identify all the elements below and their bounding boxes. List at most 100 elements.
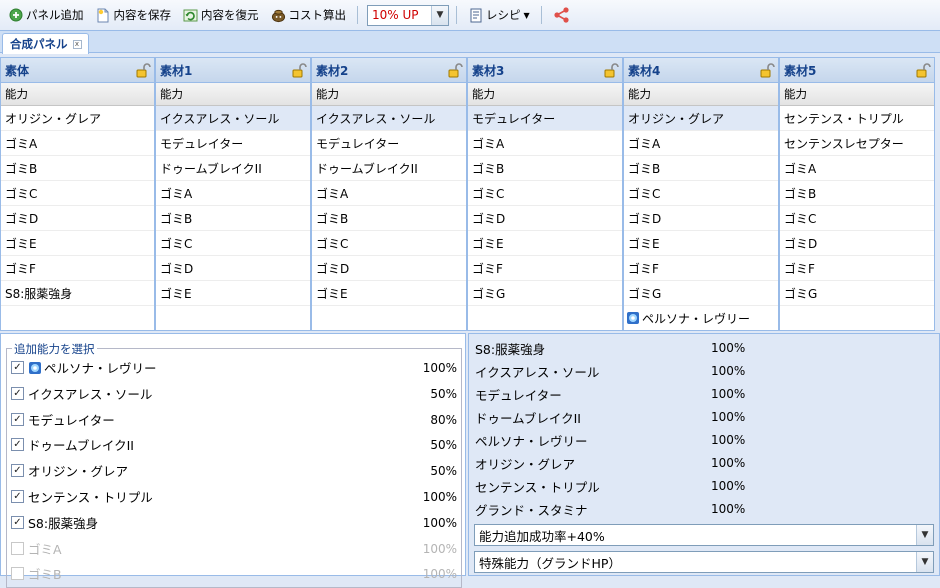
grid-row[interactable]: ゴミF	[780, 256, 934, 281]
special-ability-select[interactable]: 特殊能力（グランドHP） ▼	[474, 551, 934, 573]
share-button[interactable]	[549, 4, 575, 26]
grid-row[interactable]: ゴミA	[468, 131, 622, 156]
ability-checkbox-row[interactable]: ✓ ペルソナ・レヴリー 100%	[11, 355, 459, 380]
cost-button[interactable]: コスト算出	[267, 5, 351, 25]
checkbox[interactable]: ✓	[11, 413, 24, 426]
grid-row[interactable]: ゴミB	[780, 181, 934, 206]
grid-row[interactable]: ゴミG	[780, 281, 934, 306]
unlock-icon[interactable]	[915, 62, 931, 78]
grid-row[interactable]: ゴミG	[468, 281, 622, 306]
grid-row[interactable]: ゴミB	[468, 156, 622, 181]
chevron-down-icon[interactable]: ▼	[916, 525, 933, 545]
unlock-icon[interactable]	[291, 62, 307, 78]
checkbox[interactable]: ✓	[11, 361, 24, 374]
grid-row[interactable]: ゴミB	[624, 156, 778, 181]
grid-row[interactable]: ドゥームブレイクII	[156, 156, 310, 181]
recipe-menu-button[interactable]: レシピ ▼	[464, 5, 534, 25]
grid-row[interactable]: イクスアレス・ソール	[312, 106, 466, 131]
tab-synthesis-panel[interactable]: 合成パネル x	[2, 33, 89, 54]
grid-row[interactable]: ゴミE	[624, 231, 778, 256]
grid-row[interactable]: ゴミD	[468, 206, 622, 231]
grid-row[interactable]: ゴミA	[624, 131, 778, 156]
grid-row[interactable]	[156, 306, 310, 330]
ability-rate: 100%	[422, 566, 457, 581]
grid-row[interactable]: ゴミA	[1, 131, 154, 156]
ability-checkbox-row[interactable]: ✓ S8:服薬強身 100%	[11, 510, 459, 535]
grid-row[interactable]: ゴミD	[780, 231, 934, 256]
grid-row[interactable]: ゴミA	[780, 156, 934, 181]
checkbox[interactable]: ✓	[11, 387, 24, 400]
grid-row[interactable]: ペルソナ・レヴリー	[624, 306, 778, 330]
column-title: 素体	[5, 63, 30, 78]
grid-row[interactable]: ゴミC	[780, 206, 934, 231]
chevron-down-icon[interactable]: ▼	[431, 5, 448, 25]
restore-button[interactable]: 内容を復元	[179, 5, 263, 25]
ability-checkbox-row[interactable]: ✓ イクスアレス・ソール 50%	[11, 381, 459, 406]
grid-row[interactable]: ゴミE	[1, 231, 154, 256]
grid-row[interactable]	[468, 306, 622, 330]
chevron-down-icon[interactable]: ▼	[916, 552, 933, 572]
grid-row[interactable]: ゴミF	[468, 256, 622, 281]
close-icon[interactable]: x	[72, 39, 82, 49]
ability-checkbox-row[interactable]: ✓ ドゥームブレイクII 50%	[11, 432, 459, 457]
grid-row[interactable]: ゴミG	[624, 281, 778, 306]
column-header[interactable]: 素材1	[156, 58, 310, 83]
grid-row[interactable]	[312, 306, 466, 330]
grid-row[interactable]: ゴミD	[312, 256, 466, 281]
ability-checkbox-row[interactable]: ✓ モデュレイター 80%	[11, 407, 459, 432]
unlock-icon[interactable]	[603, 62, 619, 78]
grid-row[interactable]: ゴミE	[156, 281, 310, 306]
grid-row[interactable]: ドゥームブレイクII	[312, 156, 466, 181]
grid-row[interactable]: モデュレイター	[468, 106, 622, 131]
checkbox[interactable]: ✓	[11, 490, 24, 503]
grid-row[interactable]: オリジン・グレア	[624, 106, 778, 131]
column-header[interactable]: 素体	[1, 58, 154, 83]
column-header[interactable]: 素材3	[468, 58, 622, 83]
grid-row[interactable]: ゴミB	[156, 206, 310, 231]
column-material-2: 素材2 能力 イクスアレス・ソール モデュレイター ドゥームブレイクII ゴミA…	[311, 57, 467, 331]
save-button[interactable]: 内容を保存	[92, 5, 176, 25]
cost-label: コスト算出	[288, 8, 347, 22]
add-panel-button[interactable]: パネル追加	[4, 5, 88, 25]
grid-row[interactable]: ゴミA	[156, 181, 310, 206]
grid-row[interactable]: S8:服薬強身	[1, 281, 154, 306]
grid-row[interactable]	[780, 306, 934, 330]
grid-row[interactable]: ゴミE	[468, 231, 622, 256]
grid-row[interactable]: ゴミA	[312, 181, 466, 206]
grid-row[interactable]: イクスアレス・ソール	[156, 106, 310, 131]
grid-row[interactable]: ゴミC	[312, 231, 466, 256]
grid-row[interactable]: オリジン・グレア	[1, 106, 154, 131]
grid-row[interactable]: ゴミC	[156, 231, 310, 256]
unlock-icon[interactable]	[135, 62, 151, 78]
recipe-label: レシピ	[486, 8, 521, 22]
recipe-book-icon	[468, 8, 483, 23]
rate-combo[interactable]: 10% UP ▼	[367, 4, 449, 26]
grid-row[interactable]: ゴミD	[624, 206, 778, 231]
grid-row[interactable]: ゴミF	[1, 256, 154, 281]
column-header[interactable]: 素材2	[312, 58, 466, 83]
grid-row[interactable]: ゴミF	[624, 256, 778, 281]
bonus-select[interactable]: 能力追加成功率+40% ▼	[474, 524, 934, 546]
grid-row[interactable]: ゴミC	[468, 181, 622, 206]
grid-row[interactable]: ゴミC	[1, 181, 154, 206]
column-header[interactable]: 素材4	[624, 58, 778, 83]
column-header[interactable]: 素材5	[780, 58, 934, 83]
grid-row[interactable]: ゴミD	[156, 256, 310, 281]
unlock-icon[interactable]	[447, 62, 463, 78]
grid-row[interactable]: ゴミE	[312, 281, 466, 306]
grid-row[interactable]: ゴミC	[624, 181, 778, 206]
checkbox[interactable]: ✓	[11, 438, 24, 451]
checkbox[interactable]: ✓	[11, 464, 24, 477]
ability-checkbox-row[interactable]: ✓ オリジン・グレア 50%	[11, 458, 459, 483]
ability-checkbox-row[interactable]: ✓ センテンス・トリプル 100%	[11, 484, 459, 509]
grid-row[interactable]: ゴミD	[1, 206, 154, 231]
grid-row[interactable]: センテンス・トリプル	[780, 106, 934, 131]
grid-row[interactable]: ゴミB	[312, 206, 466, 231]
grid-row[interactable]: ゴミB	[1, 156, 154, 181]
grid-row[interactable]	[1, 306, 154, 330]
grid-row[interactable]: モデュレイター	[312, 131, 466, 156]
grid-row[interactable]: モデュレイター	[156, 131, 310, 156]
checkbox[interactable]: ✓	[11, 516, 24, 529]
grid-row[interactable]: センテンスレセプター	[780, 131, 934, 156]
unlock-icon[interactable]	[759, 62, 775, 78]
